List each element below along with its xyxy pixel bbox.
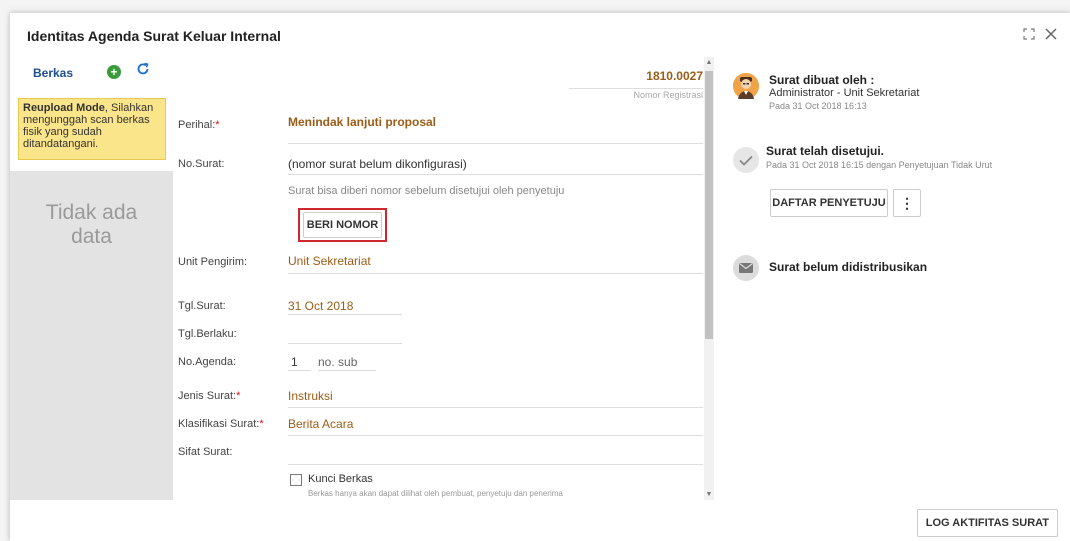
tgl-berlaku-label: Tgl.Berlaku: [178, 328, 237, 340]
no-data-line-1: Tidak ada [45, 201, 138, 224]
no-agenda-field[interactable]: 1 [291, 355, 298, 369]
no-agenda-underline [288, 370, 311, 371]
refresh-icon[interactable] [136, 62, 150, 81]
log-aktifitas-button[interactable]: LOG AKTIFITAS SURAT [916, 509, 1058, 537]
dialog-header: Identitas Agenda Surat Keluar Internal [10, 13, 1070, 57]
beri-nomor-button[interactable]: BERI NOMOR [303, 212, 382, 238]
check-icon [733, 147, 759, 173]
perihal-label: Perihal:* [178, 119, 220, 131]
tgl-berlaku-underline [288, 343, 402, 344]
daftar-penyetuju-button[interactable]: DAFTAR PENYETUJU [770, 189, 888, 217]
no-data-line-2: data [71, 225, 112, 248]
approved-title: Surat telah disetujui. [766, 144, 885, 158]
klasifikasi-field[interactable]: Berita Acara [288, 417, 353, 431]
klasifikasi-label: Klasifikasi Surat:* [178, 418, 264, 430]
notice-title: Reupload Mode [23, 102, 105, 114]
unit-underline [288, 273, 703, 274]
jenis-field[interactable]: Instruksi [288, 389, 333, 403]
created-at: Pada 31 Oct 2018 16:13 [769, 101, 867, 111]
dialog-title: Identitas Agenda Surat Keluar Internal [27, 28, 281, 44]
tgl-surat-field[interactable]: 31 Oct 2018 [288, 299, 353, 313]
more-vertical-icon[interactable]: ⋮ [893, 189, 921, 217]
required-mark: * [236, 390, 241, 402]
registration-underline [569, 88, 703, 89]
nosurat-field[interactable]: (nomor surat belum dikonfigurasi) [288, 157, 467, 171]
no-sub-underline [318, 370, 376, 371]
no-data-text: Tidak ada data [10, 201, 173, 249]
berkas-panel: Berkas + Reupload Mode, Silahkan mengung… [10, 57, 173, 500]
user-avatar-icon [733, 73, 759, 99]
form-scrollbar[interactable]: ▲ ▼ [704, 57, 714, 500]
agenda-dialog: Identitas Agenda Surat Keluar Internal B… [10, 13, 1070, 541]
required-mark: * [259, 418, 264, 430]
klasifikasi-label-text: Klasifikasi Surat: [178, 418, 260, 430]
tgl-surat-label: Tgl.Surat: [178, 300, 226, 312]
registration-number: 1810.0027 [646, 69, 703, 83]
surat-form: 1810.0027 Nomor Registrasi Perihal:* Men… [173, 57, 703, 500]
jenis-label: Jenis Surat:* [178, 390, 240, 402]
sifat-label: Sifat Surat: [178, 446, 233, 458]
kunci-berkas-label: Kunci Berkas [308, 473, 373, 485]
jenis-label-text: Jenis Surat: [178, 390, 237, 402]
approved-meta: Pada 31 Oct 2018 16:15 dengan Penyetujua… [766, 160, 993, 170]
berkas-toolbar: Berkas + [10, 57, 173, 91]
scroll-thumb[interactable] [705, 71, 713, 339]
scroll-up-icon[interactable]: ▲ [704, 59, 714, 66]
distrib-title: Surat belum didistribusikan [769, 260, 928, 274]
no-data-area: Tidak ada data [10, 171, 173, 500]
registration-label: Nomor Registrasi [633, 90, 703, 100]
tgl-surat-underline [288, 314, 402, 315]
status-timeline: Surat dibuat oleh : Administrator - Unit… [726, 57, 1066, 500]
nosurat-hint: Surat bisa diberi nomor sebelum disetuju… [288, 185, 565, 197]
scroll-down-icon[interactable]: ▼ [704, 491, 714, 498]
unit-label: Unit Pengirim: [178, 256, 248, 268]
created-by: Administrator - Unit Sekretariat [769, 87, 920, 99]
klasifikasi-underline [288, 435, 703, 436]
kunci-berkas-checkbox[interactable] [290, 474, 302, 486]
unit-field[interactable]: Unit Sekretariat [288, 254, 371, 268]
nosurat-label: No.Surat: [178, 158, 225, 170]
perihal-field[interactable]: Menindak lanjuti proposal [288, 115, 436, 129]
kunci-berkas-hint: Berkas hanya akan dapat dilihat oleh pem… [308, 489, 563, 498]
created-title: Surat dibuat oleh : [769, 73, 875, 87]
close-icon[interactable] [1042, 27, 1060, 45]
add-icon[interactable]: + [107, 65, 121, 79]
required-mark: * [215, 119, 220, 131]
sifat-underline [288, 464, 703, 465]
expand-icon[interactable] [1020, 27, 1038, 45]
no-sub-field[interactable]: no. sub [318, 355, 357, 369]
jenis-underline [288, 407, 703, 408]
perihal-label-text: Perihal: [178, 119, 216, 131]
berkas-label: Berkas [33, 66, 74, 80]
reupload-notice: Reupload Mode, Silahkan mengunggah scan … [18, 98, 166, 160]
perihal-underline [288, 143, 703, 144]
no-agenda-label: No.Agenda: [178, 356, 237, 368]
mail-icon [733, 255, 759, 281]
nosurat-underline [288, 174, 703, 175]
